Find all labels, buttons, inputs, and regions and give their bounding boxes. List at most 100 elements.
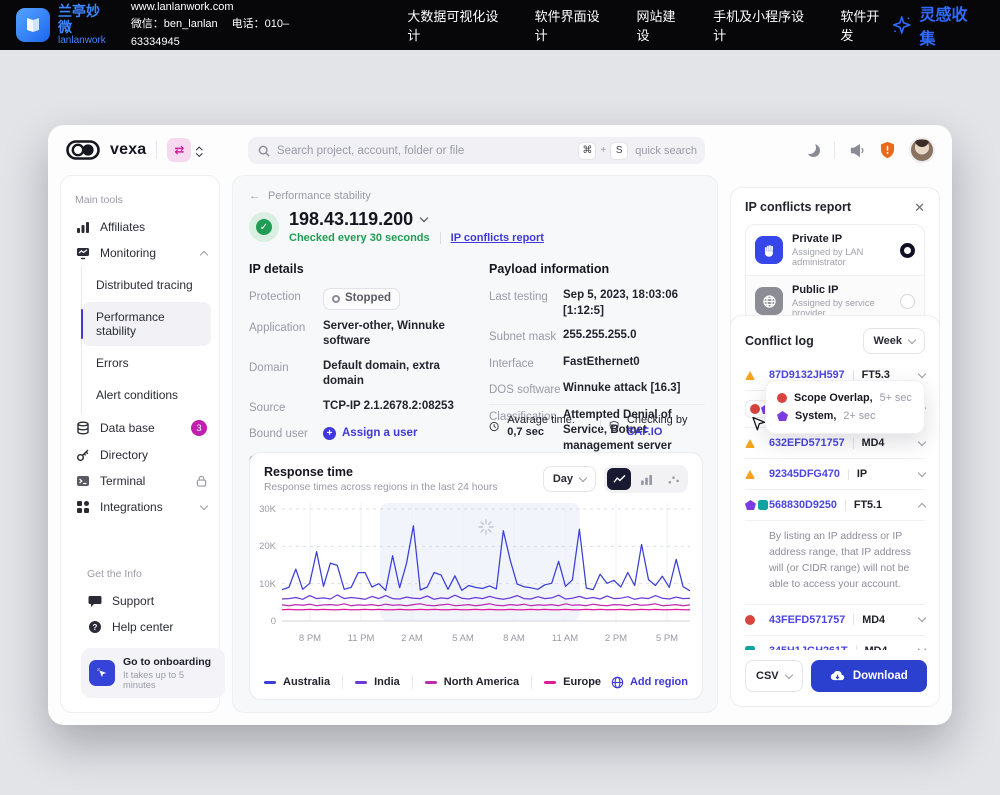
legend-item-north-america[interactable]: North America <box>425 676 519 688</box>
x-tick-label: 2 AM <box>401 633 423 644</box>
log-row[interactable]: 92345DFG470IP <box>745 459 925 490</box>
promo-nav--[interactable]: 软件开发 <box>840 6 891 44</box>
shield-check-icon <box>609 419 619 433</box>
x-tick-label: 8 AM <box>503 633 525 644</box>
chart-type-scatter-button[interactable] <box>661 468 685 490</box>
conflict-expanded-text: By listing an IP address or IP address r… <box>745 521 925 605</box>
announcements-icon[interactable] <box>849 143 866 158</box>
chevron-down-icon[interactable] <box>918 437 926 445</box>
chart-type-switcher <box>604 465 688 493</box>
legend-item-india[interactable]: India <box>355 676 400 688</box>
sidebar-subitem-alert-conditions[interactable]: Alert conditions <box>82 380 211 410</box>
sidebar-item-help-center[interactable]: ?Help center <box>73 614 233 640</box>
csv-dropdown[interactable]: CSV <box>745 660 803 692</box>
sidebar-section-info: Get the Info <box>73 564 233 588</box>
chevron-down-icon[interactable] <box>918 369 926 377</box>
conflict-id[interactable]: 43FEFD571757 <box>769 614 845 626</box>
dark-mode-icon[interactable] <box>807 144 820 157</box>
main-panel: ← Performance stability ✓ 198.43.119.200… <box>232 175 718 713</box>
conflict-log-card: Conflict log Week 87D9132JH597FT5.3632EF… <box>730 315 940 707</box>
warning-icon <box>745 439 755 448</box>
ip-conflicts-report-link[interactable]: IP conflicts report <box>451 232 544 244</box>
sidebar-item-support[interactable]: Support <box>73 588 233 614</box>
download-button[interactable]: Download <box>811 660 927 692</box>
sidebar-item-terminal[interactable]: Terminal <box>61 468 219 494</box>
chevron-up-icon[interactable] <box>918 502 926 510</box>
onboarding-subtitle: It takes up to 5 minutes <box>123 670 217 690</box>
legend-item-australia[interactable]: Australia <box>264 676 330 688</box>
red-dot-icon <box>745 615 755 625</box>
status-check-icon: ✓ <box>249 212 279 242</box>
response-time-plot: 010K20K30K 8 PM11 PM2 AM5 AM8 AM11 AM2 P… <box>250 499 704 651</box>
workspace-switch-icon[interactable]: ⇄ <box>167 138 191 162</box>
legend-swatch <box>264 681 276 684</box>
legend-item-europe[interactable]: Europe <box>544 676 601 688</box>
log-range-dropdown[interactable]: Week <box>863 328 925 354</box>
add-region-button[interactable]: Add region <box>611 676 688 689</box>
y-tick-label: 0 <box>252 616 276 627</box>
chart-type-line-button[interactable] <box>607 468 631 490</box>
chevron-down-icon[interactable] <box>918 614 926 622</box>
conflict-id[interactable]: 632EFD571757 <box>769 437 845 449</box>
chart-subtitle: Response times across regions in the las… <box>264 482 498 493</box>
sidebar-item-integrations[interactable]: Integrations <box>61 494 219 520</box>
sidebar-item-monitoring[interactable]: Monitoring <box>61 240 219 266</box>
safio-link[interactable]: SAF.IO <box>627 426 662 438</box>
protection-status-pill: Stopped <box>323 288 400 310</box>
sidebar-subitem-distributed-tracing[interactable]: Distributed tracing <box>82 270 211 300</box>
shortcut-hint: quick search <box>635 145 697 157</box>
radio-unselected[interactable] <box>900 294 915 309</box>
sidebar: Main tools AffiliatesMonitoringDistribut… <box>60 175 220 713</box>
chart-range-dropdown[interactable]: Day <box>543 466 596 492</box>
onboarding-card[interactable]: Go to onboarding It takes up to 5 minute… <box>81 648 225 698</box>
promo-nav--[interactable]: 手机及小程序设计 <box>713 6 814 44</box>
detail-row-last-testing: Last testingSep 5, 2023, 18:03:06 [1:12:… <box>489 288 705 319</box>
chart-title: Response time <box>264 465 498 479</box>
search-input[interactable] <box>277 145 578 157</box>
sidebar-subitem-performance-stability[interactable]: Performance stability <box>82 302 211 346</box>
close-icon[interactable]: ✕ <box>914 201 925 214</box>
detail-row-bound-user: Bound user+Assign a user <box>249 425 481 443</box>
legend-swatch <box>544 681 556 684</box>
radio-selected[interactable] <box>900 243 915 258</box>
log-row[interactable]: 43FEFD571757 MD4 <box>745 605 925 636</box>
security-shield-icon[interactable] <box>879 141 896 159</box>
chart-type-bar-button[interactable] <box>634 468 658 490</box>
back-arrow-icon[interactable]: ← <box>249 190 260 202</box>
sidebar-item-data-base[interactable]: Data base3 <box>61 414 219 442</box>
header-divider <box>156 141 157 159</box>
detail-row-interface: InterfaceFastEthernet0 <box>489 355 705 373</box>
x-tick-label: 2 PM <box>605 633 627 644</box>
log-range-value: Week <box>873 335 902 347</box>
avatar[interactable] <box>909 137 935 163</box>
integrations-icon <box>75 500 91 514</box>
brand-en: lanlanwork <box>58 35 113 46</box>
breadcrumb: Performance stability <box>268 190 371 202</box>
workspace-select-chevrons[interactable] <box>197 145 202 155</box>
chevron-down-icon[interactable] <box>918 468 926 476</box>
sidebar-item-directory[interactable]: Directory <box>61 442 219 468</box>
meta-row: Avarage time: 0,7 sec Checking by SAF.IO <box>489 404 705 438</box>
conflict-type: MD4 <box>862 614 885 626</box>
report-option-private-ip[interactable]: Private IPAssigned by LAN administrator <box>746 225 924 275</box>
collect-link[interactable]: 灵感收集 <box>891 1 982 49</box>
collect-label: 灵感收集 <box>919 1 982 49</box>
sidebar-item-affiliates[interactable]: Affiliates <box>61 214 219 240</box>
search-bar[interactable]: ⌘ + S quick search <box>248 137 705 164</box>
log-footer: CSV Download <box>731 650 940 706</box>
brand-cn: 兰亭妙微 <box>58 4 113 35</box>
detail-row-source: SourceTCP-IP 2.1.2678.2:08253 <box>249 399 481 417</box>
red-dot-icon <box>745 707 755 708</box>
ip-chevron-down-icon[interactable] <box>420 214 428 222</box>
csv-label: CSV <box>756 670 779 682</box>
lanlanwork-logo-icon <box>16 8 50 42</box>
conflict-id[interactable]: 568830D9250 <box>769 499 837 511</box>
sidebar-subitem-errors[interactable]: Errors <box>82 348 211 378</box>
conflict-id[interactable]: 92345DFG470 <box>769 468 840 480</box>
promo-nav--[interactable]: 网站建设 <box>637 6 688 44</box>
promo-nav--[interactable]: 大数据可视化设计 <box>407 6 508 44</box>
promo-nav--[interactable]: 软件界面设计 <box>535 6 611 44</box>
assign-user-link[interactable]: +Assign a user <box>323 425 417 443</box>
promo-website: www.lanlanwork.com <box>131 0 348 16</box>
log-row[interactable]: 568830D9250FT5.1 <box>745 490 925 521</box>
